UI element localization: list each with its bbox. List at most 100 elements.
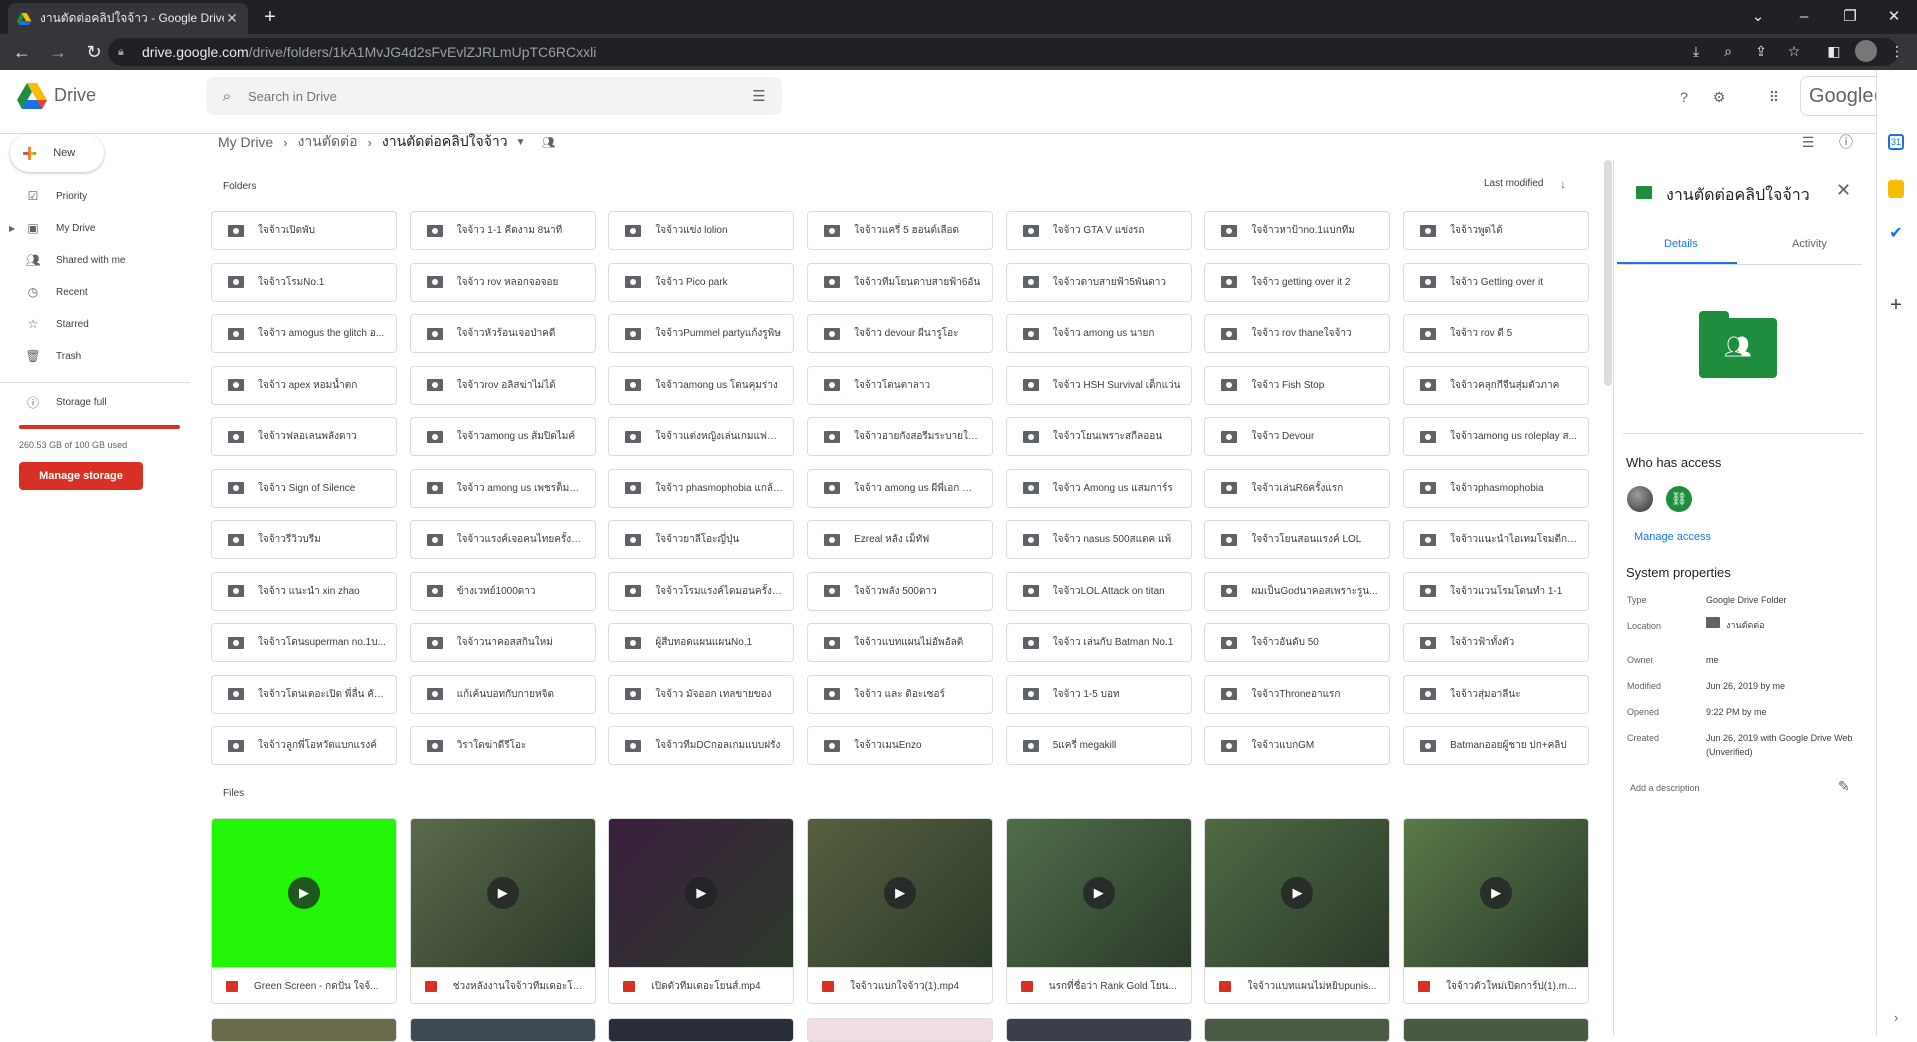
sort-button[interactable]: Last modified — [1484, 178, 1543, 189]
tab-details[interactable]: Details — [1664, 238, 1698, 250]
manage-access-link[interactable]: Manage access — [1634, 531, 1711, 543]
folder-item[interactable]: ใจจ้าวแต่งหญิงเล่นเกมแฟช่อ... — [608, 417, 795, 456]
folder-item[interactable]: ใจจ้าวหัวร้อนเจอป่าคดี — [409, 314, 596, 353]
sidebar-item-shared-with-me[interactable]: 👥︎ Shared with me — [0, 248, 190, 272]
folder-item[interactable]: ใจจ้าว nasus 500สแตค แพ้ — [1005, 520, 1192, 559]
folder-item[interactable]: ใจจ้าวแบทแผนไม่อัพอัลติ — [807, 623, 994, 662]
folder-item[interactable]: ใจจ้าวรีวิวบรีม — [211, 520, 397, 559]
browser-menu-icon[interactable]: ⋮ — [1886, 40, 1908, 62]
close-icon[interactable]: ✕ — [1836, 180, 1851, 201]
browser-tab[interactable]: งานตัดต่อคลิปใจจ้าว - Google Drive ✕ — [8, 3, 248, 34]
apps-grid-icon[interactable]: ⠿ — [1761, 84, 1787, 110]
settings-gear-icon[interactable]: ⚙ — [1706, 84, 1732, 110]
play-icon[interactable]: ▶ — [1082, 877, 1115, 909]
drive-brand-text[interactable]: Drive — [54, 85, 96, 106]
file-card[interactable]: ▶ นรกที่ชื่อว่า Rank Gold โยน... — [1005, 818, 1192, 1004]
minimize-icon[interactable]: – — [1781, 4, 1827, 30]
folder-item[interactable]: ใจจ้าว 1-5 บอท — [1005, 674, 1192, 714]
search-options-icon[interactable]: ☰ — [736, 87, 782, 105]
folder-item[interactable]: ใจจ้าวrov อลิสฆ่าไม่ได้ — [409, 365, 596, 405]
folder-item[interactable]: ใจจ้าวลูกพี่โอหวัดแบกแรงค์ — [211, 726, 397, 765]
folder-item[interactable]: ใจจ้าวแข่ง lolion — [608, 211, 795, 250]
search-icon[interactable]: ⌕ — [206, 88, 248, 105]
folder-item[interactable]: ข้างเวทย์1000ดาว — [409, 571, 596, 611]
folder-item[interactable]: ใจจ้าวนาคอสสกินใหม่ — [409, 623, 596, 662]
video-thumbnail[interactable]: ▶ — [609, 819, 794, 967]
bookmark-star-icon[interactable]: ☆ — [1783, 40, 1805, 62]
folder-item[interactable]: วิราใดฆ่าดีรีโอะ — [409, 726, 596, 765]
folder-item[interactable]: ใจจ้าวฟลอเลนพลังดาว — [211, 417, 397, 456]
calendar-icon[interactable]: 31 — [1888, 134, 1904, 150]
folder-item[interactable]: ใจจ้าวทีมDCกอลเกมแบบฝรั่ง — [608, 726, 795, 765]
breadcrumb-parent[interactable]: งานตัดต่อ — [298, 131, 358, 153]
folder-item[interactable]: Ezreal หลัง เม็ทัฟ — [807, 520, 994, 559]
folder-item[interactable]: ใจจ้าว rov thaneใจจ้าว — [1204, 314, 1391, 353]
video-thumbnail[interactable]: ▶ — [1404, 819, 1589, 967]
breadcrumb-my-drive[interactable]: My Drive — [218, 134, 273, 150]
folder-item[interactable]: ใจจ้าวพูดได้ — [1403, 211, 1590, 250]
folder-item[interactable]: ใจจ้าว rov ดี 5 — [1403, 314, 1590, 353]
keep-icon[interactable] — [1888, 180, 1904, 198]
expand-caret-icon[interactable]: ▶ — [9, 224, 15, 233]
link-sharing-icon[interactable]: ⛓ — [1666, 486, 1692, 512]
file-card[interactable] — [409, 1018, 596, 1042]
file-card[interactable] — [1403, 1018, 1590, 1042]
file-card[interactable]: ▶ ช่วงหลังงานใจจ้าวทีมเดอะโย... — [409, 818, 596, 1004]
folder-item[interactable]: ใจจ้าวโดนตาลาว — [807, 365, 994, 405]
file-card[interactable] — [608, 1018, 795, 1042]
sidebar-item-priority[interactable]: ☑ Priority — [0, 184, 190, 208]
folder-item[interactable]: ใจจ้าวแครี่ 5 ฮอนต์เลือด — [807, 211, 994, 250]
scrollbar-thumb[interactable] — [1604, 160, 1612, 386]
play-icon[interactable]: ▶ — [1480, 877, 1513, 909]
folder-item[interactable]: ใจจ้าว Getting over it — [1403, 262, 1590, 302]
folder-item[interactable]: ใจจ้าว 1-1 คีดงาม 8นาที — [409, 211, 596, 250]
folder-item[interactable]: ใจจ้าวแบกGM — [1204, 726, 1391, 765]
file-card[interactable]: ▶ ใจจ้าวแบกใจจ้าว(1).mp4 — [807, 818, 994, 1004]
new-tab-icon[interactable]: + — [258, 6, 282, 28]
file-card[interactable] — [211, 1018, 397, 1042]
file-card[interactable] — [1005, 1018, 1192, 1042]
edit-pencil-icon[interactable]: ✎ — [1838, 778, 1850, 795]
folder-item[interactable]: ใจจ้าวโรมแรงค์ไดมอนครั้งแรก — [608, 571, 795, 611]
add-addon-icon[interactable]: + — [1886, 295, 1906, 315]
folder-item[interactable]: ใจจ้าว rov หลอกจอจอย — [409, 262, 596, 302]
play-icon[interactable]: ▶ — [685, 877, 718, 909]
restore-icon[interactable]: ❐ — [1827, 4, 1873, 30]
folder-item[interactable]: ใจจ้าว มัจออก เทลขายของ — [608, 674, 795, 714]
drive-logo-icon[interactable] — [16, 82, 48, 110]
expand-panel-icon[interactable]: › — [1886, 1008, 1906, 1028]
folder-item[interactable]: ผู้สืบทอดแผนแผนNo.1 — [608, 623, 795, 662]
play-icon[interactable]: ▶ — [1281, 877, 1314, 909]
zoom-icon[interactable]: ⌕ — [1717, 40, 1739, 62]
help-icon[interactable]: ? — [1671, 84, 1697, 110]
folder-item[interactable]: ใจจ้าวThroneอาแรก — [1204, 674, 1391, 714]
folder-item[interactable]: ใจจ้าวPummel partyแก้งรูพิษ — [608, 314, 795, 353]
folder-item[interactable]: ใจจ้าวamong us roleplay ส... — [1403, 417, 1590, 456]
folder-item[interactable]: ใจจ้าวสุ่มอาลีนะ — [1403, 674, 1590, 714]
install-icon[interactable]: ⤓ — [1685, 40, 1707, 62]
folder-item[interactable]: ใจจ้าวแรงค์เจอคนไทยครั้งแรก — [409, 520, 596, 559]
file-card[interactable]: ▶ ใจจ้าวแบทแผนไม่หยิบpunis... — [1204, 818, 1391, 1004]
folder-item[interactable]: ใจจ้าว เล่นกับ Batman No.1 — [1005, 623, 1192, 662]
file-card[interactable] — [1204, 1018, 1391, 1042]
search-input[interactable] — [248, 88, 736, 104]
folder-item[interactable]: ผมเป็นGodนาคอสเพราะรูน... — [1204, 571, 1391, 611]
folder-item[interactable]: ใจจ้าว Sign of Silence — [211, 468, 397, 508]
close-tab-icon[interactable]: ✕ — [224, 10, 240, 27]
video-thumbnail[interactable]: ▶ — [808, 819, 993, 967]
folder-item[interactable]: ใจจ้าวแวนโรมโดนทำ 1-1 — [1403, 571, 1590, 611]
file-card[interactable]: ▶ ใจจ้าวตัวใหม่เปิดการ์ป(1).mp4 — [1403, 818, 1590, 1004]
folder-item[interactable]: ใจจ้าวเปิดพับ — [211, 211, 397, 250]
forward-icon[interactable]: → — [44, 38, 72, 66]
folder-item[interactable]: ใจจ้าวอันดับ 50 — [1204, 623, 1391, 662]
file-card[interactable] — [807, 1018, 994, 1042]
sort-direction-icon[interactable]: ↓ — [1560, 177, 1566, 191]
folder-item[interactable]: ใจจ้าวหาป้าno.1แบกทีม — [1204, 211, 1391, 250]
folder-item[interactable]: ใจจ้าวโดนเดอะเปิด พี่ลื่น คัก... — [211, 674, 397, 714]
play-icon[interactable]: ▶ — [288, 877, 320, 909]
folder-item[interactable]: ใจจ้าว แนะนำ xin zhao — [211, 571, 397, 611]
folder-item[interactable]: ใจจ้าวphasmophobia — [1403, 468, 1590, 508]
folder-item[interactable]: ใจจ้าวเล่นR6ครั้งแรก — [1204, 468, 1391, 508]
folder-item[interactable]: ใจจ้าว HSH Survival เด็กแว่น — [1005, 365, 1192, 405]
video-thumbnail[interactable]: ▶ — [1006, 819, 1191, 967]
